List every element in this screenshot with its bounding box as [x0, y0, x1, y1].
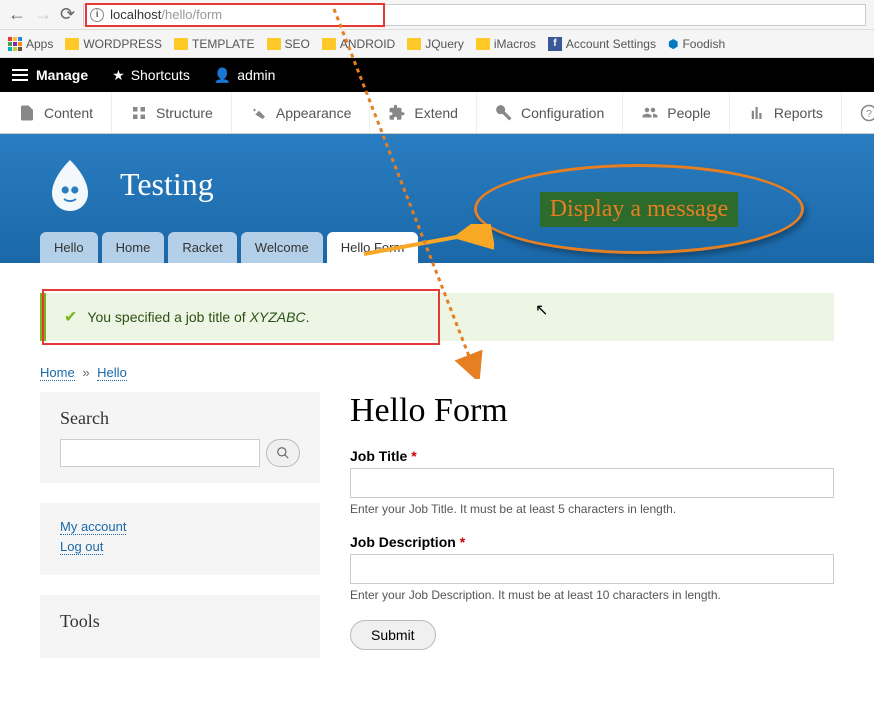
- user-icon: 👤: [214, 67, 231, 84]
- required-marker: *: [460, 534, 465, 550]
- site-name[interactable]: Testing: [120, 166, 214, 203]
- tab-hello-form[interactable]: Hello Form: [327, 232, 419, 263]
- menu-reports[interactable]: Reports: [730, 92, 842, 133]
- bookmarks-bar: Apps WORDPRESS TEMPLATE SEO ANDROID JQue…: [0, 30, 874, 58]
- page-content: ✔ You specified a job title of XYZABC. H…: [0, 263, 874, 708]
- check-icon: ✔: [64, 307, 77, 327]
- toolbar: Manage ★ Shortcuts 👤 admin: [0, 58, 874, 92]
- input-jobtitle[interactable]: [350, 468, 834, 498]
- tab-hello[interactable]: Hello: [40, 232, 98, 263]
- search-input[interactable]: [60, 439, 260, 467]
- url-path: /hello/form: [161, 7, 222, 22]
- apps-icon: [8, 37, 22, 51]
- field-jobdesc: Job Description * Enter your Job Descrip…: [350, 534, 834, 602]
- apps-button[interactable]: Apps: [8, 37, 53, 51]
- bookmark-imacros[interactable]: iMacros: [476, 37, 536, 51]
- tab-home[interactable]: Home: [102, 232, 165, 263]
- field-jobtitle: Job Title * Enter your Job Title. It mus…: [350, 448, 834, 516]
- menu-configuration[interactable]: Configuration: [477, 92, 623, 133]
- folder-icon: [65, 38, 79, 50]
- document-icon: [18, 104, 36, 122]
- menu-content[interactable]: Content: [0, 92, 112, 133]
- bookmark-template[interactable]: TEMPLATE: [174, 37, 254, 51]
- search-icon: [276, 446, 290, 460]
- browser-chrome: ← → ⟳ i localhost/hello/form: [0, 0, 874, 30]
- primary-tabs: Hello Home Racket Welcome Hello Form: [40, 232, 834, 263]
- desc-jobtitle: Enter your Job Title. It must be at leas…: [350, 502, 834, 516]
- search-block: Search: [40, 392, 320, 483]
- star-icon: ★: [112, 67, 125, 84]
- people-icon: [641, 104, 659, 122]
- sidebar: Search My account Log out Tools: [40, 392, 320, 678]
- user-button[interactable]: 👤 admin: [214, 67, 276, 84]
- page-title: Hello Form: [350, 392, 834, 430]
- drupal-icon: ⬢: [668, 37, 678, 51]
- user-block: My account Log out: [40, 503, 320, 575]
- svg-text:?: ?: [866, 107, 872, 119]
- forward-icon[interactable]: →: [34, 4, 52, 25]
- url-host: localhost: [110, 7, 161, 22]
- submit-button[interactable]: Submit: [350, 620, 436, 650]
- facebook-icon: f: [548, 37, 562, 51]
- shortcuts-button[interactable]: ★ Shortcuts: [112, 67, 190, 84]
- admin-menu: Content Structure Appearance Extend Conf…: [0, 92, 874, 134]
- menu-extend[interactable]: Extend: [370, 92, 477, 133]
- menu-appearance[interactable]: Appearance: [232, 92, 371, 133]
- required-marker: *: [411, 448, 416, 464]
- apps-label: Apps: [26, 37, 53, 51]
- wand-icon: [250, 104, 268, 122]
- site-header: Testing Hello Home Racket Welcome Hello …: [0, 134, 874, 263]
- main-content: Hello Form Job Title * Enter your Job Ti…: [350, 392, 834, 678]
- label-jobdesc: Job Description *: [350, 534, 834, 550]
- bookmark-wordpress[interactable]: WORDPRESS: [65, 37, 162, 51]
- breadcrumb-sep: »: [82, 365, 89, 380]
- folder-icon: [267, 38, 281, 50]
- menu-structure[interactable]: Structure: [112, 92, 232, 133]
- chart-icon: [748, 104, 766, 122]
- menu-people[interactable]: People: [623, 92, 730, 133]
- breadcrumb: Home » Hello: [40, 365, 834, 380]
- search-title: Search: [60, 408, 300, 429]
- wrench-icon: [495, 104, 513, 122]
- breadcrumb-home[interactable]: Home: [40, 365, 75, 381]
- tools-title: Tools: [60, 611, 300, 632]
- structure-icon: [130, 104, 148, 122]
- drupal-logo[interactable]: [40, 154, 100, 214]
- back-icon[interactable]: ←: [8, 4, 26, 25]
- folder-icon: [174, 38, 188, 50]
- bookmark-foodish[interactable]: ⬢Foodish: [668, 37, 725, 51]
- link-logout[interactable]: Log out: [60, 539, 103, 555]
- bookmark-seo[interactable]: SEO: [267, 37, 310, 51]
- link-myaccount[interactable]: My account: [60, 519, 126, 535]
- bookmark-android[interactable]: ANDROID: [322, 37, 395, 51]
- manage-button[interactable]: Manage: [12, 67, 88, 83]
- tools-block: Tools: [40, 595, 320, 658]
- folder-icon: [407, 38, 421, 50]
- hamburger-icon: [12, 69, 28, 81]
- breadcrumb-hello[interactable]: Hello: [97, 365, 127, 381]
- puzzle-icon: [388, 104, 406, 122]
- info-icon[interactable]: i: [90, 8, 104, 22]
- menu-help[interactable]: ?Help: [842, 92, 874, 133]
- desc-jobdesc: Enter your Job Description. It must be a…: [350, 588, 834, 602]
- help-icon: ?: [860, 104, 874, 122]
- url-bar[interactable]: i localhost/hello/form: [83, 4, 866, 26]
- input-jobdesc[interactable]: [350, 554, 834, 584]
- search-button[interactable]: [266, 439, 300, 467]
- tab-welcome[interactable]: Welcome: [241, 232, 323, 263]
- status-text: You specified a job title of XYZABC.: [87, 309, 309, 325]
- label-jobtitle: Job Title *: [350, 448, 834, 464]
- folder-icon: [322, 38, 336, 50]
- bookmark-account[interactable]: fAccount Settings: [548, 37, 656, 51]
- folder-icon: [476, 38, 490, 50]
- tab-racket[interactable]: Racket: [168, 232, 236, 263]
- bookmark-jquery[interactable]: JQuery: [407, 37, 464, 51]
- reload-icon[interactable]: ⟳: [60, 4, 75, 25]
- status-message: ✔ You specified a job title of XYZABC.: [40, 293, 834, 341]
